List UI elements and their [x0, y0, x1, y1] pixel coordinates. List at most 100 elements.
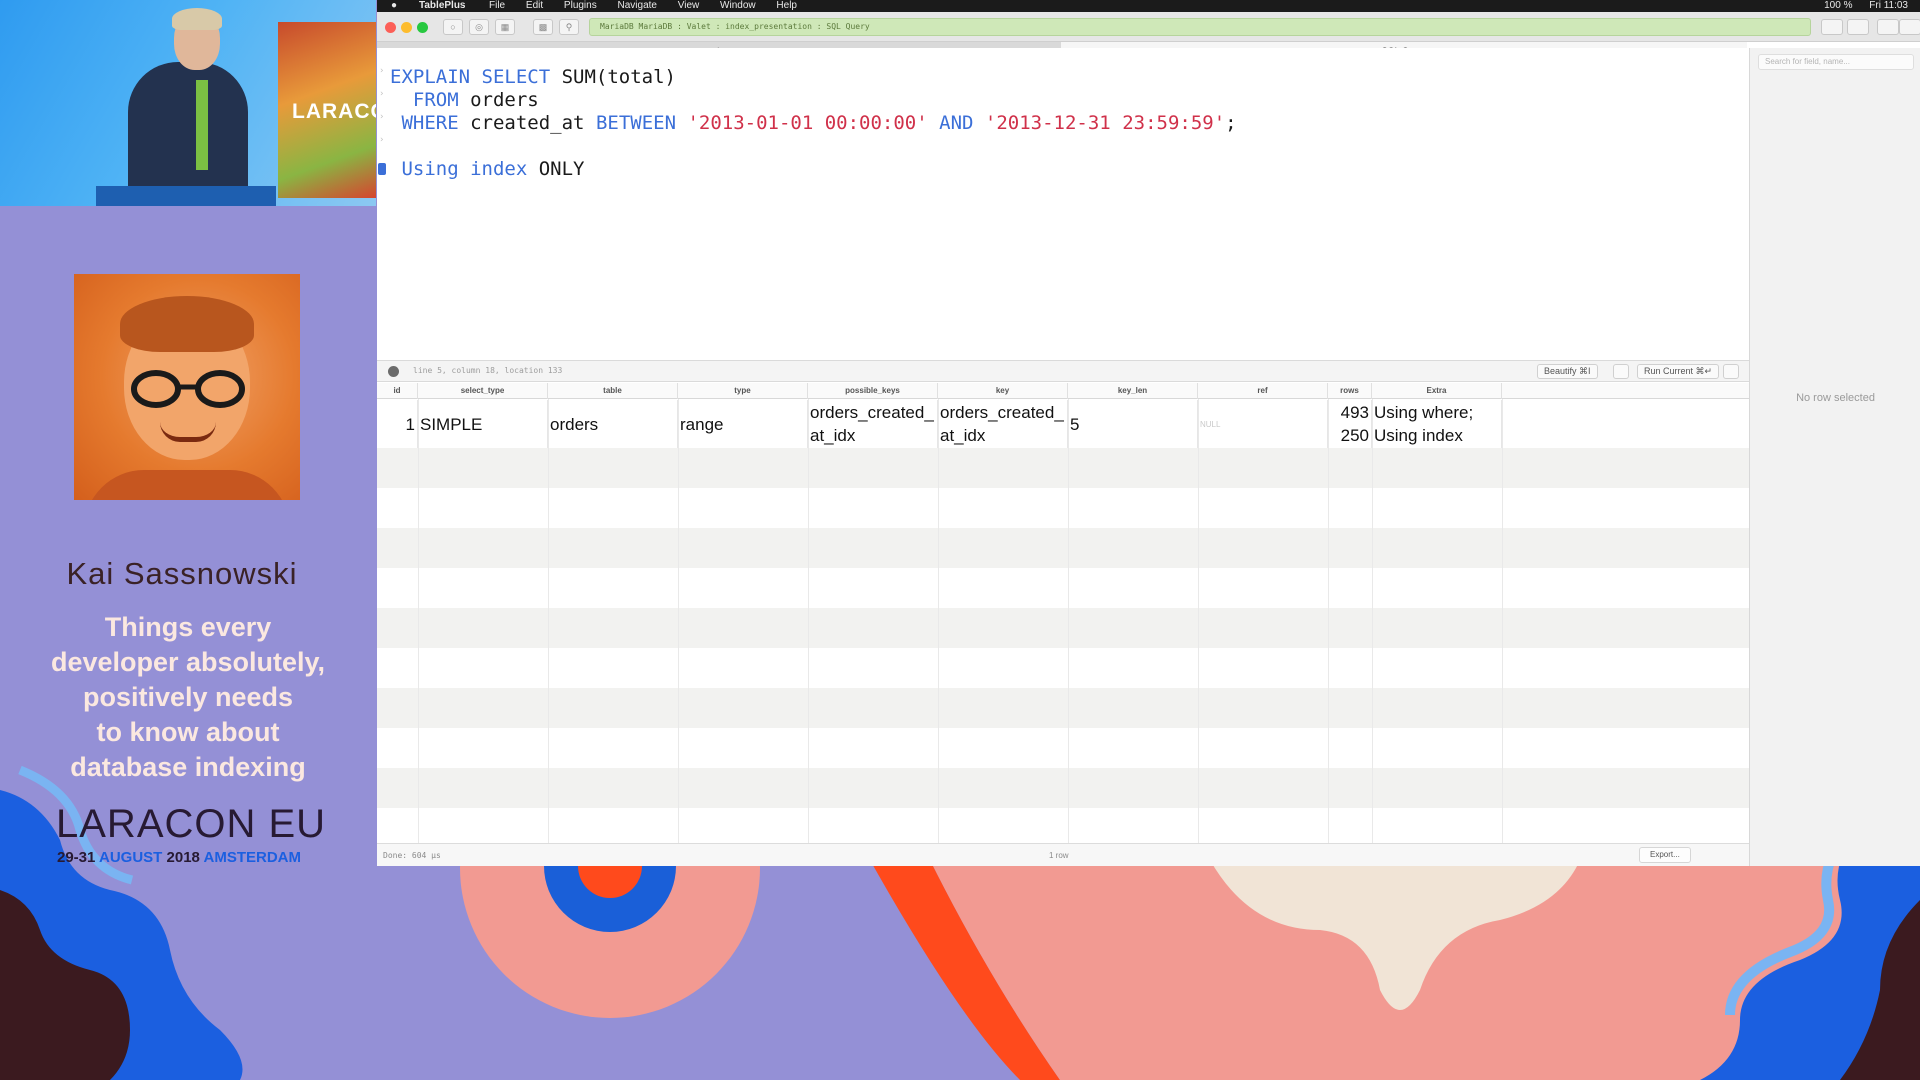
menu-help[interactable]: Help	[776, 0, 797, 11]
table-row[interactable]: 1 SIMPLE orders range orders_created_at_…	[377, 400, 1749, 448]
empty-row	[377, 648, 1749, 688]
conference-logo: LARACON EU	[56, 802, 327, 846]
run-dropdown-icon[interactable]	[1723, 364, 1739, 379]
cell-table[interactable]: orders	[548, 400, 678, 448]
sql-text: ;	[1225, 112, 1237, 134]
cell-key[interactable]: orders_created_at_idx	[938, 400, 1068, 448]
empty-row	[377, 448, 1749, 488]
sidebar-search-input[interactable]: Search for field, name...	[1758, 54, 1914, 70]
column-header-table[interactable]: table	[548, 383, 678, 399]
headshot-shirt	[84, 470, 290, 500]
code-line-3: WHERE created_at BETWEEN '2013-01-01 00:…	[390, 112, 1237, 135]
minimize-window-button[interactable]	[401, 22, 412, 33]
close-window-button[interactable]	[385, 22, 396, 33]
column-header-rows[interactable]: rows	[1328, 383, 1372, 399]
connection-info-bar[interactable]: MariaDB MariaDB : Valet : index_presenta…	[589, 18, 1811, 36]
sql-keyword: FROM	[412, 89, 459, 111]
sql-keyword: AND	[939, 112, 974, 134]
empty-row	[377, 728, 1749, 768]
menu-edit[interactable]: Edit	[526, 0, 543, 11]
menu-window[interactable]: Window	[720, 0, 756, 11]
right-panel-toggle-icon[interactable]	[1899, 19, 1920, 35]
run-current-button[interactable]: Run Current ⌘↵	[1637, 364, 1720, 379]
column-header-ref[interactable]: ref	[1198, 383, 1328, 399]
gutter-fold-marker: ›	[379, 66, 385, 76]
cell-rows[interactable]: 493 250	[1328, 400, 1372, 448]
preview-icon[interactable]: ◎	[469, 19, 489, 35]
column-header-id[interactable]: id	[377, 383, 418, 399]
cell-ref[interactable]: NULL	[1198, 400, 1328, 448]
column-header-select-type[interactable]: select_type	[418, 383, 548, 399]
connection-status-button[interactable]: ○	[443, 19, 463, 35]
results-footer: Done: 604 µs 1 row Export...	[377, 843, 1749, 866]
menu-view[interactable]: View	[678, 0, 700, 11]
sql-text: orders	[458, 89, 539, 111]
table-view-icon[interactable]: ▦	[495, 19, 515, 35]
gutter-fold-marker: ›	[379, 89, 385, 99]
lock-icon[interactable]: ▩	[533, 19, 553, 35]
column-header-extra[interactable]: Extra	[1372, 383, 1502, 399]
conference-dates: 29-31 AUGUST 2018 AMSTERDAM	[57, 849, 301, 866]
empty-row	[377, 688, 1749, 728]
speaker-name: Kai Sassnowski	[66, 556, 298, 591]
menubar-clock[interactable]: Fri 11:03	[1869, 0, 1908, 11]
dates-city: AMSTERDAM	[203, 849, 302, 866]
menu-plugins[interactable]: Plugins	[564, 0, 597, 11]
export-button[interactable]: Export...	[1639, 847, 1691, 863]
column-divider	[418, 399, 419, 843]
speaker-headshot	[74, 274, 300, 500]
speaker-lanyard	[196, 80, 208, 170]
sql-text: created_at	[458, 112, 596, 134]
menu-file[interactable]: File	[489, 0, 505, 11]
maximize-window-button[interactable]	[417, 22, 428, 33]
editor-status-bar: line 5, column 18, location 133 Beautify…	[377, 360, 1749, 382]
cell-id[interactable]: 1	[377, 400, 418, 448]
sql-keyword: BETWEEN	[595, 112, 677, 134]
dates-prefix: 29-31	[57, 849, 96, 866]
search-icon[interactable]: ⚲	[559, 19, 579, 35]
cursor-position: line 5, column 18, location 133	[413, 366, 563, 375]
row-detail-sidebar: Search for field, name... No row selecte…	[1749, 48, 1920, 866]
speaker-video-feed: LARACO	[0, 0, 376, 206]
empty-row	[377, 528, 1749, 568]
refresh-icon[interactable]	[1821, 19, 1843, 35]
mac-menubar: ● TablePlus File Edit Plugins Navigate V…	[377, 0, 1920, 12]
menu-navigate[interactable]: Navigate	[618, 0, 657, 11]
row-count: 1 row	[1049, 851, 1069, 860]
left-panel-toggle-icon[interactable]	[1877, 19, 1899, 35]
empty-row	[377, 568, 1749, 608]
sql-editor[interactable]: › › › › EXPLAIN SELECT SUM(total) FROM o…	[377, 48, 1749, 360]
app-menu[interactable]: TablePlus	[419, 0, 466, 12]
settings-icon[interactable]	[388, 366, 399, 377]
column-header-key[interactable]: key	[938, 383, 1068, 399]
cell-extra[interactable]: Using where; Using index	[1372, 400, 1502, 448]
talk-title: Things every developer absolutely, posit…	[50, 612, 326, 782]
cell-key-len[interactable]: 5	[1068, 400, 1198, 448]
dates-month: AUGUST	[99, 849, 163, 866]
beautify-button[interactable]: Beautify ⌘I	[1537, 364, 1598, 379]
headshot-hair	[120, 296, 254, 352]
apple-icon[interactable]: ●	[391, 0, 397, 12]
sql-keyword: Using index	[401, 158, 528, 180]
speaker-body	[128, 62, 248, 206]
column-header-type[interactable]: type	[678, 383, 808, 399]
beautify-dropdown-icon[interactable]	[1613, 364, 1629, 379]
column-header-possible-keys[interactable]: possible_keys	[808, 383, 938, 399]
column-divider	[1198, 399, 1199, 843]
current-line-marker	[378, 163, 386, 175]
column-divider	[1502, 399, 1503, 843]
cell-type[interactable]: range	[678, 400, 808, 448]
column-divider	[1372, 399, 1373, 843]
sql-keyword: EXPLAIN SELECT	[390, 66, 551, 88]
battery-status[interactable]: 100 %	[1824, 0, 1852, 11]
cell-possible-keys[interactable]: orders_created_at_idx	[808, 400, 938, 448]
column-header-key-len[interactable]: key_len	[1068, 383, 1198, 399]
pause-icon[interactable]	[1847, 19, 1869, 35]
banner-text: LARACO	[292, 100, 376, 123]
cell-select-type[interactable]: SIMPLE	[418, 400, 548, 448]
speaker-desk	[96, 186, 276, 206]
sql-string: '2013-12-31 23:59:59'	[984, 112, 1226, 134]
tableplus-window: ● TablePlus File Edit Plugins Navigate V…	[377, 0, 1920, 866]
query-duration: Done: 604 µs	[383, 851, 441, 860]
column-divider	[548, 399, 549, 843]
